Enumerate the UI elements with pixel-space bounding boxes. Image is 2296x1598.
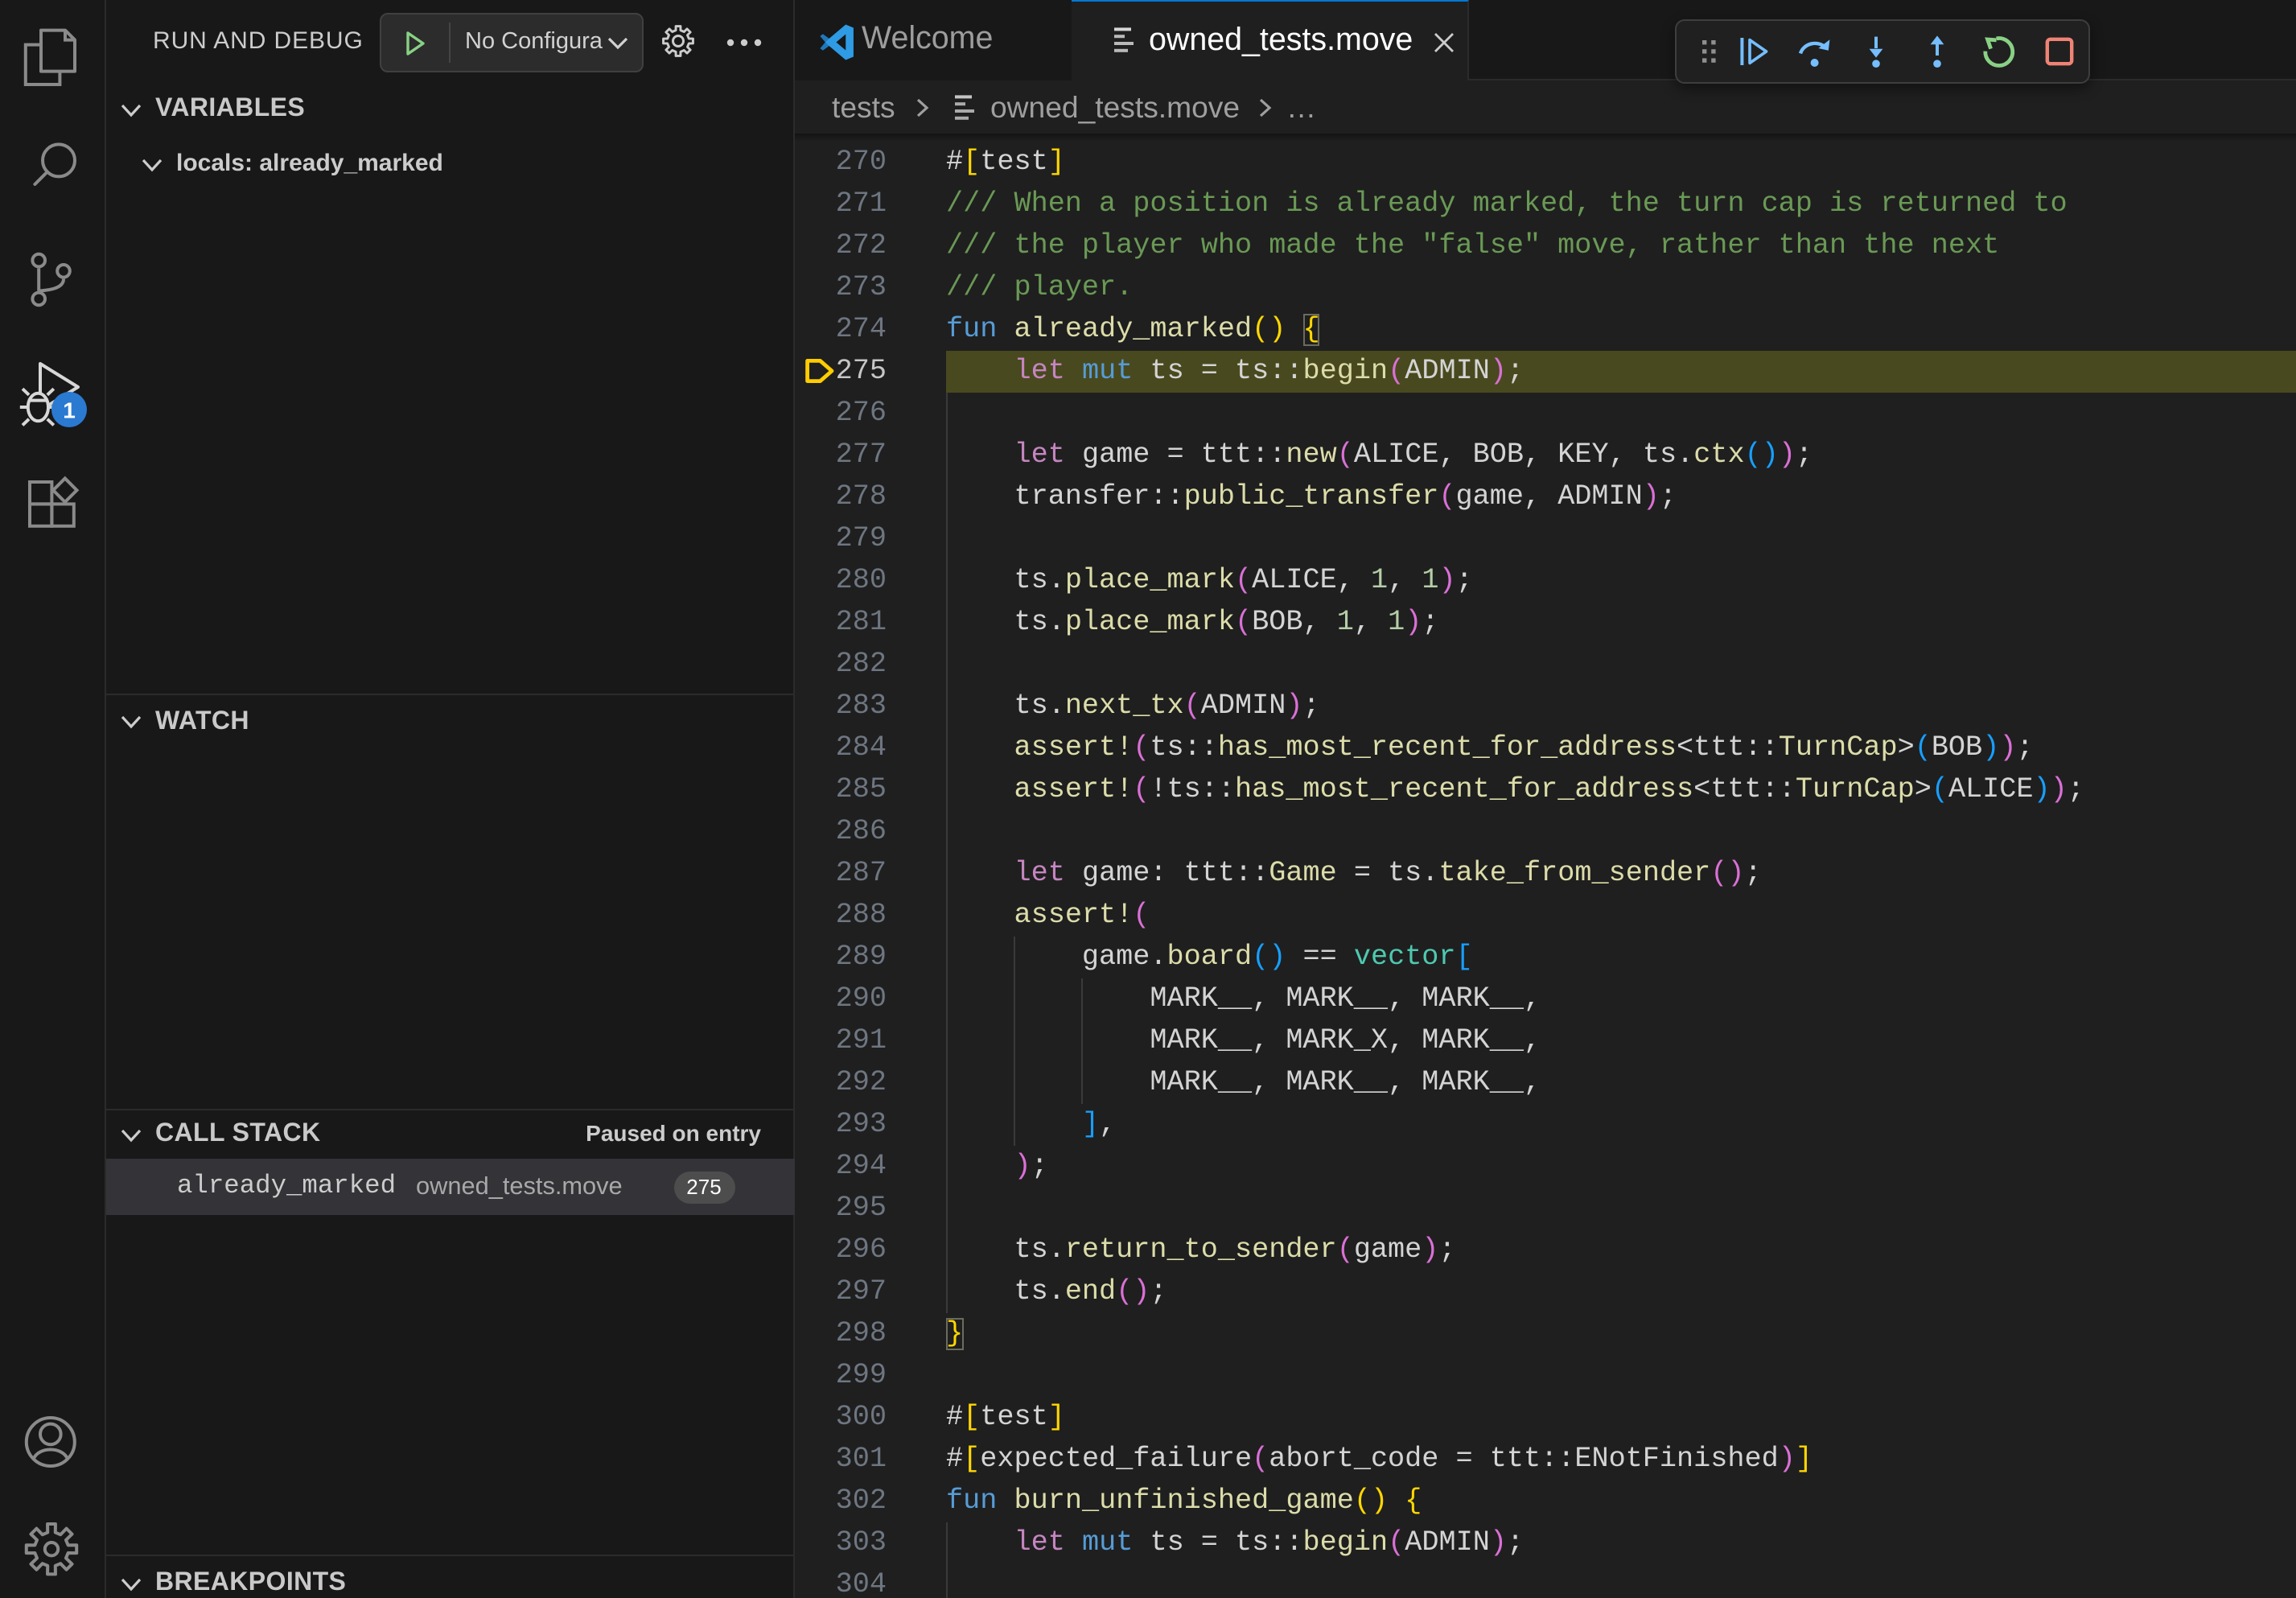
svg-text:1: 1 (63, 397, 76, 422)
